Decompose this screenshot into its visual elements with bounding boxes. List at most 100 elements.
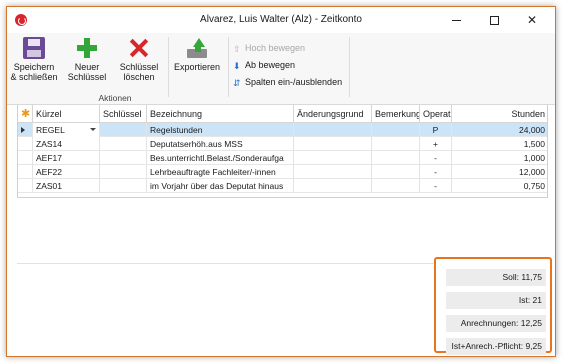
minimize-button[interactable] (437, 7, 475, 33)
operat-cell[interactable]: P (420, 123, 452, 137)
move-up-button[interactable]: ⇧ Hoch bewegen (233, 42, 305, 55)
delete-key-button[interactable]: Schlüssel löschen (113, 37, 165, 93)
stunden-cell[interactable]: 1,000 (452, 151, 549, 165)
operat-cell[interactable]: - (420, 165, 452, 179)
aenderungsgrund-cell[interactable] (294, 123, 372, 137)
kuerzel-combo[interactable]: REGEL (33, 123, 100, 137)
kuerzel-cell[interactable]: ZAS14 (33, 137, 100, 151)
kuerzel-cell[interactable]: ZAS01 (33, 179, 100, 193)
ribbon-toolbar: Speichern & schließen Neuer Schlüssel Sc… (7, 33, 555, 105)
delete-key-label-line1: Schlüssel (119, 62, 159, 72)
schluessel-cell[interactable] (100, 165, 147, 179)
title-bar: Alvarez, Luis Walter (Alz) - Zeitkonto ✕ (7, 7, 555, 33)
column-header-bezeichnung[interactable]: Bezeichnung (147, 105, 294, 123)
save-label-line1: Speichern (13, 62, 55, 72)
bemerkung-cell[interactable] (372, 179, 420, 193)
bemerkung-cell[interactable] (372, 123, 420, 137)
schluessel-cell[interactable] (100, 123, 147, 137)
grid-header: ✱ Kürzel Schlüssel Bezeichnung Änderungs… (18, 105, 547, 123)
toggle-columns-label: Spalten ein-/ausblenden (245, 77, 343, 87)
table-row[interactable]: ZAS14 Deputatserhöh.aus MSS + 1,500 (18, 137, 547, 151)
operat-cell[interactable]: - (420, 151, 452, 165)
save-label-line2: & schließen (10, 72, 58, 82)
delete-key-label-line2: löschen (123, 72, 155, 82)
move-up-label: Hoch bewegen (245, 43, 306, 53)
anrechnungen-total: Anrechnungen: 12,25 (446, 315, 546, 332)
schluessel-cell[interactable] (100, 179, 147, 193)
bezeichnung-cell[interactable]: Lehrbeauftragte Fachleiter/-innen (147, 165, 294, 179)
kuerzel-cell[interactable]: AEF22 (33, 165, 100, 179)
table-row[interactable]: AEF17 Bes.unterrichtl.Belast./Sonderaufg… (18, 151, 547, 165)
row-indicator-cell (18, 179, 33, 193)
aenderungsgrund-cell[interactable] (294, 137, 372, 151)
columns-icon: ⇵ (233, 78, 241, 88)
export-button[interactable]: Exportieren (171, 37, 223, 93)
row-indicator-cell (18, 137, 33, 151)
stunden-cell[interactable]: 1,500 (452, 137, 549, 151)
hours-grid[interactable]: ✱ Kürzel Schlüssel Bezeichnung Änderungs… (17, 105, 548, 198)
column-header-kuerzel[interactable]: Kürzel (33, 105, 100, 123)
header-indicator-cell: ✱ (18, 105, 33, 123)
schluessel-cell[interactable] (100, 137, 147, 151)
summary-panel: Soll: 11,75 Ist: 21 Anrechnungen: 12,25 … (434, 257, 552, 355)
export-label: Exportieren (173, 62, 221, 72)
close-icon: ✕ (526, 13, 538, 27)
bemerkung-cell[interactable] (372, 151, 420, 165)
floppy-disk-icon (23, 37, 45, 59)
schluessel-cell[interactable] (100, 151, 147, 165)
current-row-arrow-icon (21, 127, 25, 133)
stunden-cell[interactable]: 12,000 (452, 165, 549, 179)
operat-cell[interactable]: + (420, 137, 452, 151)
ribbon-separator (349, 37, 350, 97)
ribbon-separator (228, 37, 229, 97)
toggle-columns-button[interactable]: ⇵ Spalten ein-/ausblenden (233, 76, 342, 89)
bemerkung-cell[interactable] (372, 165, 420, 179)
minimize-icon (451, 20, 461, 22)
aenderungsgrund-cell[interactable] (294, 179, 372, 193)
arrow-up-icon: ⇧ (233, 44, 241, 54)
arrow-down-icon: ⬇ (233, 61, 241, 71)
aenderungsgrund-cell[interactable] (294, 165, 372, 179)
bezeichnung-cell[interactable]: Deputatserhöh.aus MSS (147, 137, 294, 151)
row-indicator-cell (18, 151, 33, 165)
chevron-down-icon[interactable] (90, 128, 96, 131)
row-indicator-cell (18, 123, 33, 137)
maximize-button[interactable] (475, 7, 513, 33)
row-indicator-cell (18, 165, 33, 179)
bemerkung-cell[interactable] (372, 137, 420, 151)
ribbon-group-label: Aktionen (98, 93, 132, 103)
table-row[interactable]: ZAS01 im Vorjahr über das Deputat hinaus… (18, 179, 547, 193)
table-row[interactable]: REGEL Regelstunden P 24,000 (18, 123, 547, 137)
ribbon-separator (168, 37, 169, 97)
ist-anrech-pflicht-total: Ist+Anrech.-Pflicht: 9,25 (446, 338, 546, 355)
export-icon (186, 37, 208, 59)
new-row-star-icon: ✱ (21, 108, 31, 120)
column-header-stunden[interactable]: Stunden (452, 105, 549, 123)
bezeichnung-cell[interactable]: im Vorjahr über das Deputat hinaus (147, 179, 294, 193)
kuerzel-value: REGEL (36, 125, 65, 135)
bezeichnung-cell[interactable]: Regelstunden (147, 123, 294, 137)
new-key-label-line1: Neuer (74, 62, 100, 72)
new-key-label-line2: Schlüssel (67, 72, 107, 82)
ist-total: Ist: 21 (446, 292, 546, 309)
move-down-label: Ab bewegen (245, 60, 296, 70)
close-button[interactable]: ✕ (513, 7, 551, 33)
new-key-button[interactable]: Neuer Schlüssel (63, 37, 111, 93)
save-and-close-button[interactable]: Speichern & schließen (9, 37, 59, 93)
column-header-bemerkung[interactable]: Bemerkung (372, 105, 420, 123)
stunden-cell[interactable]: 0,750 (452, 179, 549, 193)
operat-cell[interactable]: - (420, 179, 452, 193)
column-header-schluessel[interactable]: Schlüssel (100, 105, 147, 123)
soll-total: Soll: 11,75 (446, 269, 546, 286)
delete-x-icon (128, 37, 150, 59)
kuerzel-cell[interactable]: AEF17 (33, 151, 100, 165)
stunden-cell[interactable]: 24,000 (452, 123, 549, 137)
aenderungsgrund-cell[interactable] (294, 151, 372, 165)
table-row[interactable]: AEF22 Lehrbeauftragte Fachleiter/-innen … (18, 165, 547, 179)
bezeichnung-cell[interactable]: Bes.unterrichtl.Belast./Sonderaufga (147, 151, 294, 165)
plus-icon (76, 37, 98, 59)
zeitkonto-window: Alvarez, Luis Walter (Alz) - Zeitkonto ✕… (6, 6, 556, 357)
column-header-operat[interactable]: Operat (420, 105, 452, 123)
move-down-button[interactable]: ⬇ Ab bewegen (233, 59, 295, 72)
column-header-aenderungsgrund[interactable]: Änderungsgrund (294, 105, 372, 123)
